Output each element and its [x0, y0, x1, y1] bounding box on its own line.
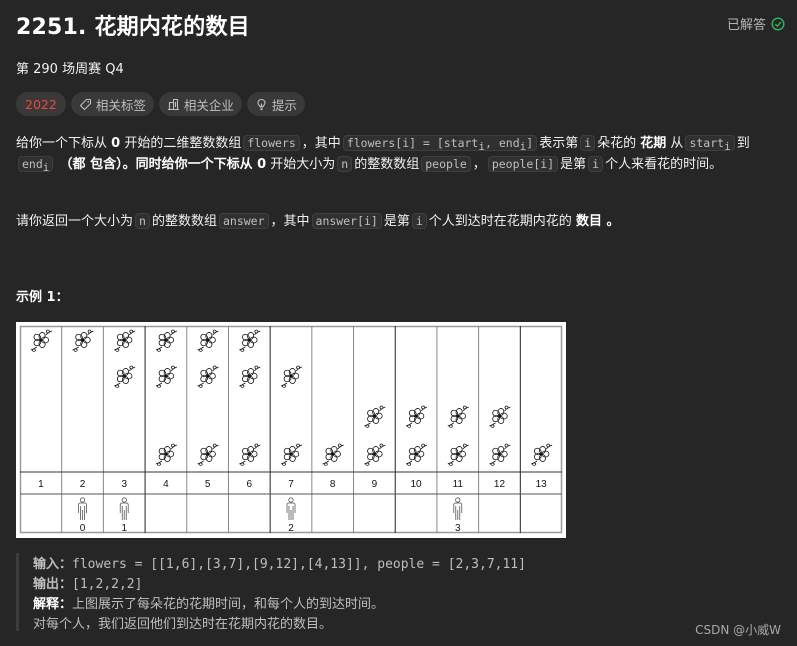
description-paragraph-2: 请你返回一个大小为 n 的整数数组 answer ，其中 answer[i] 是第 i 个人到达… [16, 211, 786, 232]
check-circle-icon [771, 16, 785, 31]
code-answer: answer [218, 213, 269, 229]
text: ，其中 [270, 214, 310, 229]
text: 表示第 [539, 136, 579, 151]
hint-label: 提示 [271, 97, 297, 113]
code-flowers: flowers [243, 135, 300, 151]
bold-text: 0 [257, 157, 267, 172]
day-number: 10 [411, 479, 423, 490]
code-part: end [22, 157, 43, 171]
example-block: 输入：flowers = [[1,6],[3,7],[9,12],[4,13]]… [16, 553, 619, 632]
watermark: CSDN @小威W [695, 623, 781, 637]
text: 给你一个下标从 [16, 136, 112, 151]
code-sub: i [478, 140, 485, 153]
code-part: , end [485, 136, 520, 150]
explain-label: 解释： [33, 597, 73, 612]
related-topics-tag[interactable]: 相关标签 [70, 92, 154, 116]
related-topics-label: 相关标签 [95, 97, 146, 113]
text: 从 [666, 136, 684, 151]
day-number: 5 [205, 479, 211, 490]
day-number: 13 [536, 479, 548, 490]
bold-text: 。 [601, 214, 620, 229]
code-flowers-i: flowers[i] = [starti, endi] [342, 135, 538, 153]
text: 到 [736, 136, 750, 151]
code-part: flowers[i] = [start [346, 136, 479, 150]
example-title: 示例 1： [16, 290, 69, 305]
day-number: 7 [288, 479, 294, 490]
code-people-i: people[i] [487, 156, 559, 172]
output-label: 输出： [33, 577, 73, 592]
tag-icon [79, 98, 92, 111]
example-figure: 1 2 3 4 5 6 7 8 9 10 11 12 13 0 1 2 3 [16, 322, 566, 538]
day-number: 8 [330, 479, 336, 490]
text: ，其中 [301, 136, 341, 151]
text: 的整数数组 [354, 157, 420, 172]
year-tag[interactable]: 2022 [16, 92, 66, 116]
bold-text: 0 [111, 136, 121, 151]
code-n: n [337, 156, 353, 172]
solved-label: 已解答 [726, 18, 766, 33]
code-part: start [689, 136, 725, 150]
example-explanation-2: 对每个人，我们返回他们到达时在花期内花的数目。 [33, 617, 333, 632]
text: ， [472, 157, 486, 172]
day-number: 9 [372, 479, 378, 490]
lightbulb-icon [255, 98, 268, 111]
code-people: people [421, 156, 471, 172]
text: 个人来看花的时间。 [605, 157, 723, 172]
bold-text: 。同时给你一个下标从 [122, 157, 258, 172]
related-companies-label: 相关企业 [183, 97, 234, 113]
person-index: 3 [455, 523, 461, 534]
related-companies-tag[interactable]: 相关企业 [158, 92, 242, 116]
code-part: ] [526, 136, 534, 150]
text: 开始大小为 [266, 157, 336, 172]
day-number: 12 [494, 479, 506, 490]
day-number: 1 [38, 479, 44, 490]
code-start-i: starti [685, 135, 735, 153]
code-i: i [411, 213, 427, 229]
person-index: 0 [80, 523, 86, 534]
tag-bar: 2022 相关标签 相关企业 提示 [16, 92, 305, 116]
contest-info[interactable]: 第 290 场周赛 Q4 [16, 58, 124, 77]
text: 个人到达时在花期内花的 [428, 214, 576, 229]
day-number: 4 [163, 479, 169, 490]
building-icon [167, 98, 180, 111]
text: 朵花的 [597, 136, 641, 151]
description-paragraph-1: 给你一个下标从 0 开始的二维整数数组 flowers ，其中 flowers[i] … [16, 133, 786, 175]
output-value: [1,2,2,2] [72, 577, 143, 592]
text: 是第 [383, 214, 410, 229]
text: 请你返回一个大小为 [16, 214, 134, 229]
text: 开始的二维整数数组 [120, 136, 242, 151]
code-i: i [580, 135, 596, 151]
day-number: 11 [453, 479, 464, 490]
day-number: 2 [80, 479, 86, 490]
problem-title: 2251. 花期内花的数目 [16, 15, 250, 40]
hint-tag[interactable]: 提示 [246, 92, 305, 116]
bold-text: 数目 [575, 214, 602, 229]
text: 的整数数组 [151, 214, 217, 229]
flower-timeline-diagram: 1 2 3 4 5 6 7 8 9 10 11 12 130 1 2 3 [19, 325, 563, 534]
code-i: i [588, 156, 604, 172]
explain-text: 上图展示了每朵花的花期时间，和每个人的到达时间。 [72, 597, 385, 612]
code-end-i: endi [18, 156, 54, 174]
text: 是第 [560, 157, 587, 172]
day-number: 3 [121, 479, 127, 490]
bold-text: 花期 [640, 136, 667, 151]
example-input: 输入：flowers = [[1,6],[3,7],[9,12],[4,13]]… [33, 555, 526, 574]
example-explanation: 解释：上图展示了每朵花的花期时间，和每个人的到达时间。 [33, 595, 384, 614]
code-sub: i [42, 161, 50, 174]
example-output: 输出：[1,2,2,2] [33, 575, 142, 594]
day-number: 6 [247, 479, 253, 490]
input-value: flowers = [[1,6],[3,7],[9,12],[4,13]], p… [72, 557, 526, 572]
input-label: 输入： [33, 557, 73, 572]
bold-text: （都 包含） [59, 157, 123, 172]
person-index: 1 [121, 523, 127, 534]
year-tag-label: 2022 [25, 96, 57, 112]
code-answer-i: answer[i] [311, 213, 382, 229]
code-sub: i [724, 140, 731, 153]
solved-status: 已解答 [727, 14, 785, 33]
code-n: n [135, 213, 150, 229]
diagram-border [19, 325, 563, 534]
person-index: 2 [288, 523, 294, 534]
